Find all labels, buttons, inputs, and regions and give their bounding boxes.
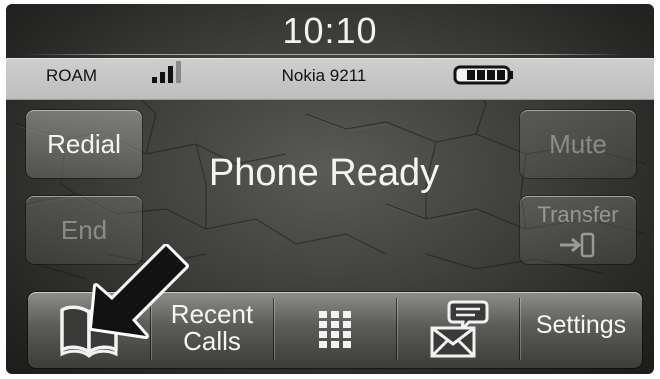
paired-device-name: Nokia 9211: [281, 66, 367, 85]
keypad-icon: [319, 311, 351, 348]
keypad-button[interactable]: [274, 292, 396, 368]
messaging-button[interactable]: [397, 292, 519, 368]
status-message: Phone Ready: [208, 152, 440, 194]
battery-icon: [453, 65, 513, 85]
transfer-icon: [560, 232, 595, 258]
clock: 10:10: [282, 10, 378, 51]
settings-button[interactable]: Settings: [520, 292, 642, 359]
transfer-label: Transfer: [537, 202, 619, 227]
pointer-arrow-icon: [89, 244, 189, 339]
messaging-icon: [430, 300, 489, 358]
transfer-button[interactable]: Transfer: [520, 196, 636, 264]
header-divider: [26, 54, 626, 55]
